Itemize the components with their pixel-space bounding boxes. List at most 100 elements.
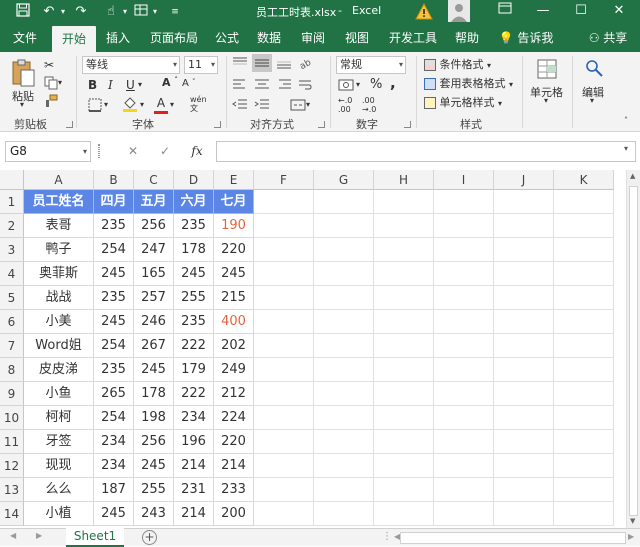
empty-cell[interactable] <box>254 286 314 310</box>
table-cell[interactable]: 奥菲斯 <box>24 262 94 286</box>
scroll-up-icon[interactable]: ▲ <box>630 172 635 180</box>
font-name-select[interactable]: 等线 ▾ <box>82 56 180 74</box>
tab-help[interactable]: 帮助 <box>450 24 484 52</box>
empty-cell[interactable] <box>374 454 434 478</box>
next-sheet-icon[interactable]: ▶ <box>36 531 42 540</box>
decrease-decimal-button[interactable]: .00 →.0 <box>362 96 376 114</box>
row-header-6[interactable]: 6 <box>0 310 24 334</box>
empty-cell[interactable] <box>254 430 314 454</box>
table-cell[interactable]: 245 <box>134 358 174 382</box>
restore-button[interactable]: ☐ <box>564 0 598 24</box>
row-header-2[interactable]: 2 <box>0 214 24 238</box>
copy-icon[interactable] <box>44 76 58 93</box>
table-cell[interactable]: 233 <box>214 478 254 502</box>
share-button[interactable]: ⚇ 共享 <box>580 24 636 52</box>
table-cell[interactable]: 220 <box>214 430 254 454</box>
conditional-format-button[interactable]: 条件格式 ▾ <box>424 56 491 72</box>
tab-page-layout[interactable]: 页面布局 <box>144 24 204 52</box>
table-cell[interactable]: 235 <box>94 214 134 238</box>
empty-cell[interactable] <box>254 238 314 262</box>
table-cell[interactable]: 400 <box>214 310 254 334</box>
table-cell[interactable]: 234 <box>174 406 214 430</box>
ribbon-display-icon[interactable] <box>488 0 522 24</box>
borders-icon[interactable] <box>88 98 102 115</box>
empty-cell[interactable] <box>434 262 494 286</box>
copy-dropdown-icon[interactable]: ▾ <box>58 78 62 87</box>
empty-cell[interactable] <box>374 382 434 406</box>
split-handle-icon[interactable]: ⋮ <box>382 531 392 542</box>
tab-insert[interactable]: 插入 <box>100 24 136 52</box>
row-header-10[interactable]: 10 <box>0 406 24 430</box>
empty-cell[interactable] <box>434 406 494 430</box>
empty-cell[interactable] <box>554 310 614 334</box>
redo-icon[interactable]: ↷ <box>72 3 90 21</box>
column-header-i[interactable]: I <box>434 170 494 190</box>
table-cell[interactable]: 战战 <box>24 286 94 310</box>
collapse-ribbon-icon[interactable]: ˄ <box>624 116 628 125</box>
row-header-14[interactable]: 14 <box>0 502 24 526</box>
align-bottom-icon[interactable] <box>276 56 292 73</box>
accounting-format-icon[interactable] <box>338 78 354 95</box>
empty-cell[interactable] <box>254 214 314 238</box>
table-cell[interactable]: 254 <box>94 406 134 430</box>
column-header-f[interactable]: F <box>254 170 314 190</box>
column-header-a[interactable]: A <box>24 170 94 190</box>
empty-cell[interactable] <box>374 262 434 286</box>
increase-decimal-button[interactable]: ←.0 .00 <box>338 96 352 114</box>
decrease-indent-icon[interactable] <box>232 98 248 115</box>
cut-icon[interactable]: ✂ <box>44 58 54 72</box>
tell-me-search[interactable]: 💡 告诉我 <box>494 24 558 52</box>
empty-cell[interactable] <box>494 406 554 430</box>
row-header-11[interactable]: 11 <box>0 430 24 454</box>
add-sheet-button[interactable]: + <box>142 530 157 545</box>
empty-cell[interactable] <box>374 406 434 430</box>
empty-cell[interactable] <box>314 334 374 358</box>
orientation-icon[interactable]: ab <box>298 56 313 73</box>
tab-developer[interactable]: 开发工具 <box>384 24 442 52</box>
underline-dropdown-icon[interactable]: ▾ <box>138 80 142 89</box>
table-cell[interactable]: 245 <box>94 502 134 526</box>
empty-cell[interactable] <box>554 478 614 502</box>
empty-cell[interactable] <box>494 502 554 526</box>
table-cell[interactable]: 254 <box>94 238 134 262</box>
cells-icon[interactable] <box>536 58 558 83</box>
tab-view[interactable]: 视图 <box>340 24 374 52</box>
column-header-c[interactable]: C <box>134 170 174 190</box>
align-center-icon[interactable] <box>254 78 270 95</box>
empty-cell[interactable] <box>434 214 494 238</box>
empty-cell[interactable] <box>554 502 614 526</box>
empty-cell[interactable] <box>554 430 614 454</box>
empty-cell[interactable] <box>434 190 494 214</box>
table-cell[interactable]: 243 <box>134 502 174 526</box>
empty-cell[interactable] <box>494 238 554 262</box>
empty-cell[interactable] <box>374 190 434 214</box>
empty-cell[interactable] <box>554 190 614 214</box>
empty-cell[interactable] <box>434 382 494 406</box>
empty-cell[interactable] <box>374 478 434 502</box>
format-painter-icon[interactable] <box>44 94 58 111</box>
undo-dropdown-icon[interactable]: ▾ <box>54 3 72 21</box>
empty-cell[interactable] <box>374 286 434 310</box>
column-header-e[interactable]: E <box>214 170 254 190</box>
grip-icon[interactable] <box>98 144 100 158</box>
tab-formulas[interactable]: 公式 <box>210 24 244 52</box>
table-cell[interactable]: 254 <box>94 334 134 358</box>
empty-cell[interactable] <box>314 430 374 454</box>
table-cell[interactable]: 小植 <box>24 502 94 526</box>
row-header-3[interactable]: 3 <box>0 238 24 262</box>
empty-cell[interactable] <box>314 310 374 334</box>
empty-cell[interactable] <box>554 454 614 478</box>
table-cell[interactable]: 214 <box>174 502 214 526</box>
table-header-cell[interactable]: 六月 <box>174 190 214 214</box>
alignment-launcher-icon[interactable] <box>318 121 325 128</box>
table-cell[interactable]: 现现 <box>24 454 94 478</box>
font-grow-button[interactable]: A ˄ <box>162 76 178 89</box>
table-cell[interactable]: 245 <box>134 454 174 478</box>
align-right-icon[interactable] <box>276 78 292 95</box>
table-cell[interactable]: 皮皮涕 <box>24 358 94 382</box>
empty-cell[interactable] <box>314 262 374 286</box>
table-cell[interactable]: 178 <box>134 382 174 406</box>
empty-cell[interactable] <box>494 334 554 358</box>
insert-function-button[interactable]: fx <box>186 141 208 162</box>
table-cell[interactable]: Word姐 <box>24 334 94 358</box>
